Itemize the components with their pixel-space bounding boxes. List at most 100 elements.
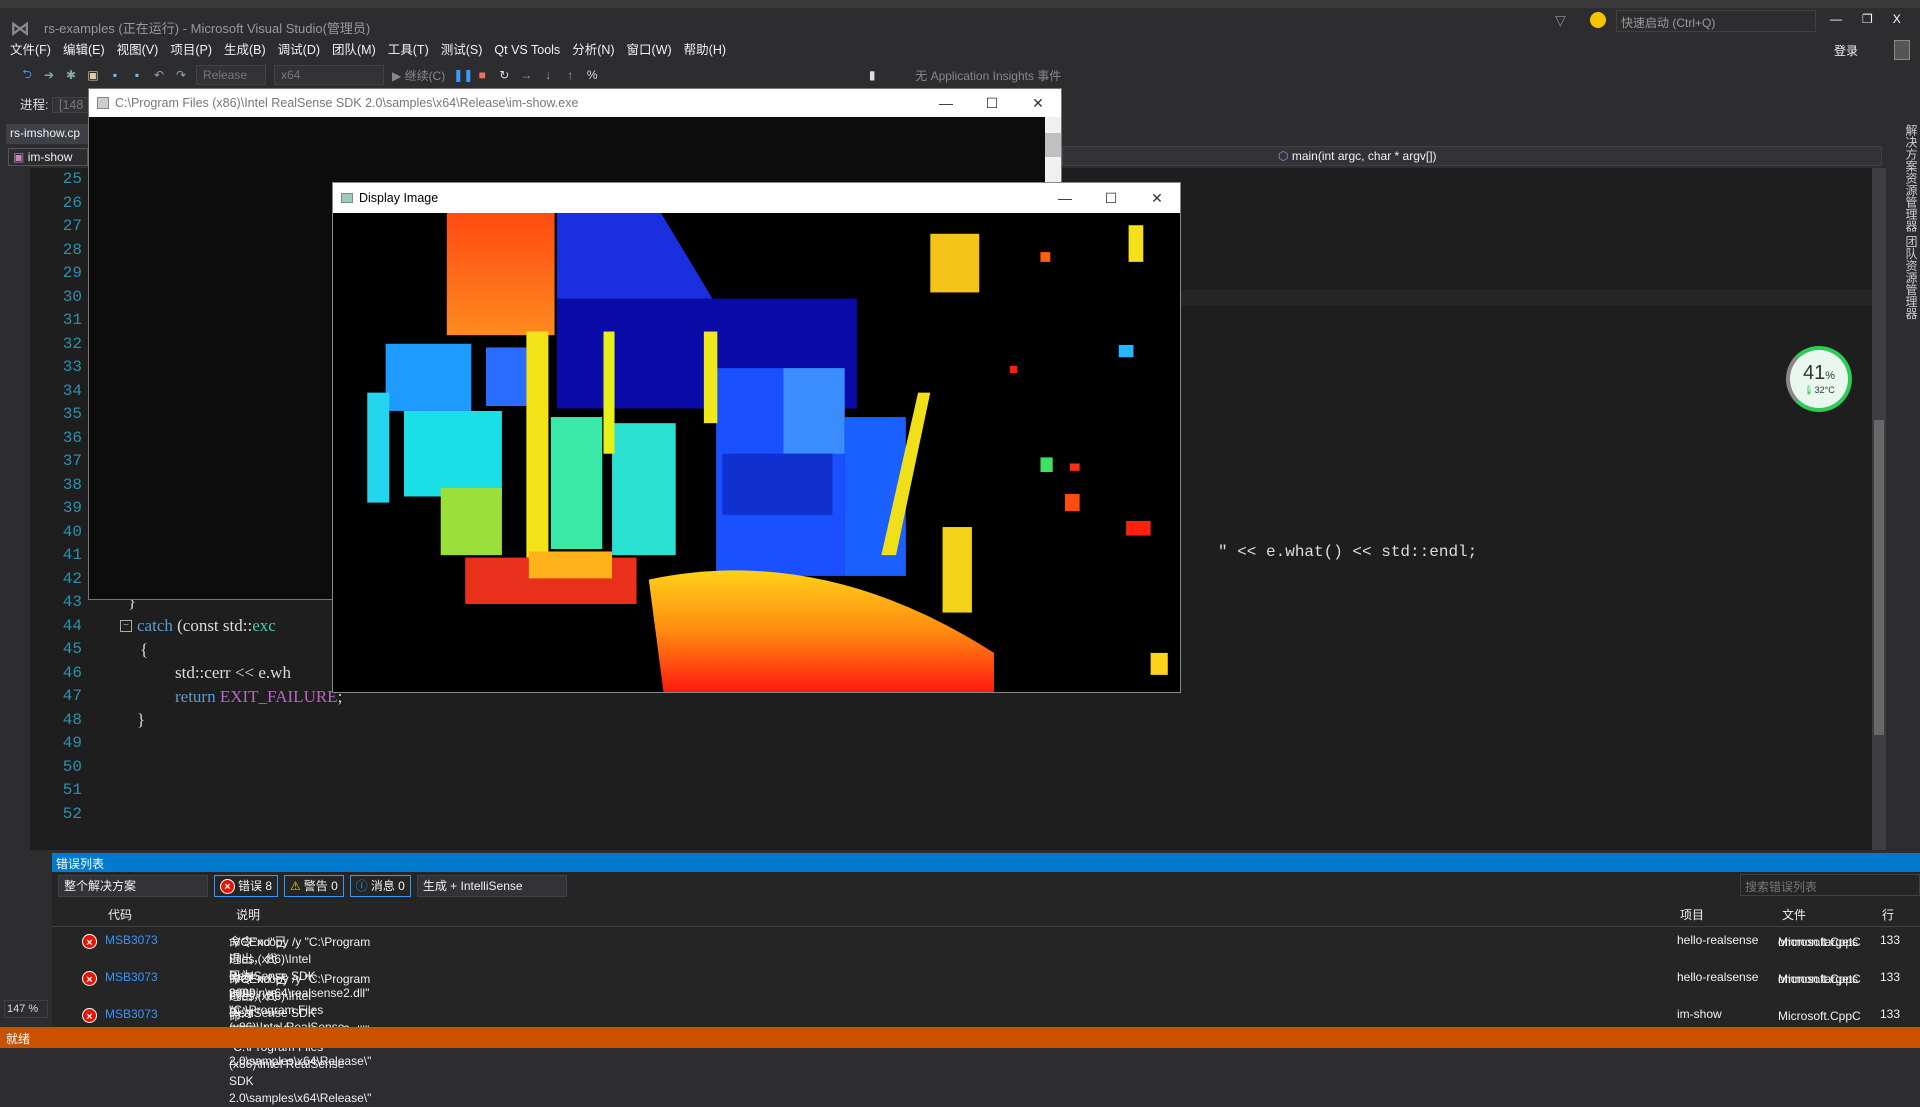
line-number: 45 [62,640,82,658]
process-label: 进程: [20,98,49,112]
step-into-icon[interactable]: ↓ [541,68,555,82]
error-code[interactable]: MSB3073 [105,969,158,986]
error-code[interactable]: MSB3073 [105,1006,158,1023]
step-out-icon[interactable]: ↑ [563,68,577,82]
image-maximize-button[interactable]: ☐ [1088,183,1134,213]
feedback-smiley-icon[interactable] [1590,12,1606,28]
account-icon[interactable] [1894,40,1910,60]
quick-launch-input[interactable]: 快速启动 (Ctrl+Q) [1616,10,1816,32]
column-description[interactable]: 说明 [236,906,260,923]
console-title: C:\Program Files (x86)\Intel RealSense S… [115,96,579,110]
depth-region [930,233,980,293]
column-code[interactable]: 代码 [108,906,132,923]
zoom-level[interactable]: 147 % [4,1000,48,1018]
scope-select[interactable]: 整个解决方案 [58,875,208,897]
line-number: 40 [62,522,82,541]
menu-team[interactable]: 团队(M) [330,40,386,60]
breakpoint-icon[interactable]: % [585,68,599,82]
restore-button[interactable]: ❐ [1862,12,1873,26]
function-navigation-bar[interactable]: ⬡ main(int argc, char * argv[]) [1062,146,1882,166]
depth-point [1009,365,1018,374]
application-insights[interactable]: 无 Application Insights 事件 [915,67,1061,84]
depth-region [367,392,390,503]
open-icon[interactable]: ▣ [86,68,100,82]
depth-point [1040,252,1051,262]
line-number: 44 [62,616,82,635]
save-all-icon[interactable]: ▪ [130,68,144,82]
project-dropdown[interactable]: ▣ im-show [8,148,88,166]
line-number: 41 [62,546,82,564]
image-close-button[interactable]: ✕ [1134,183,1180,213]
undo-icon[interactable]: ↶ [152,68,166,82]
display-image-title: Display Image [359,191,439,205]
menu-qt-vs-tools[interactable]: Qt VS Tools [492,40,570,60]
menu-analyze[interactable]: 分析(N) [570,40,624,60]
menu-view[interactable]: 视图(V) [115,40,169,60]
depth-point [1126,520,1151,536]
stop-icon[interactable]: ■ [475,68,489,82]
minimize-button[interactable]: — [1830,12,1842,26]
column-file[interactable]: 文件 [1782,906,1806,923]
menu-file[interactable]: 文件(F) [8,40,61,60]
login-link[interactable]: 登录 [1834,42,1858,59]
line-number: 47 [62,687,82,705]
error-row[interactable]: × MSB3073 命令"xcopy /y "C:\Program Files … [52,967,1920,1105]
status-text: 就绪 [6,1032,31,1046]
error-line: 133 [1880,970,1901,984]
error-search-input[interactable]: 搜索错误列表 [1740,874,1920,896]
line-number: 32 [62,334,82,353]
menu-project[interactable]: 项目(P) [168,40,222,60]
line-number: 33 [62,358,82,376]
error-list-toolbar: 整个解决方案 × 错误 8 ⚠ 警告 0 ⓘ 消息 0 生成 + IntelliSen… [52,872,1920,900]
process-select[interactable]: [148 [51,97,91,113]
messages-filter-button[interactable]: ⓘ 消息 0 [349,875,411,897]
percent-unit: % [1825,370,1836,382]
continue-button[interactable]: ▶ 继续(C) [392,67,445,84]
error-code[interactable]: MSB3073 [105,932,158,949]
function-icon: ⬡ [1278,149,1289,163]
build-filter-select[interactable]: 生成 + IntelliSense [416,875,567,897]
line-number: 25 [62,170,82,188]
console-minimize-button[interactable]: — [923,89,969,117]
depth-point [1069,463,1080,471]
menu-help[interactable]: 帮助(H) [682,40,736,60]
errors-filter-button[interactable]: × 错误 8 [214,875,279,897]
image-minimize-button[interactable]: — [1042,183,1088,213]
line-number: 29 [62,264,82,282]
close-button[interactable]: X [1893,12,1901,26]
restart-icon[interactable]: ↻ [497,68,511,82]
error-row[interactable]: × MSB3073 命令"xcopy /y "C:\Program Files … [52,930,1920,1068]
menu-window[interactable]: 窗口(W) [625,40,682,60]
new-project-icon[interactable]: ✱ [64,68,78,82]
current-line-highlight [1062,290,1872,306]
scrollbar-thumb[interactable] [1874,420,1884,735]
back-icon[interactable]: ⮌ [20,65,34,86]
filter-icon[interactable]: ▽ [1555,12,1566,29]
collapse-icon[interactable]: − [120,620,132,632]
pause-icon[interactable]: ❚❚ [453,68,473,82]
side-tabs[interactable]: 解决方案资源管理器 团队资源管理器 [1895,120,1920,850]
column-line[interactable]: 行 [1882,906,1894,923]
column-project[interactable]: 项目 [1680,906,1704,923]
menu-test[interactable]: 测试(S) [439,40,493,60]
menu-debug[interactable]: 调试(D) [276,40,330,60]
warnings-filter-button[interactable]: ⚠ 警告 0 [284,875,344,897]
display-image-window[interactable]: Display Image — ☐ ✕ [332,182,1181,693]
forward-icon[interactable]: ➔ [42,68,56,82]
console-maximize-button[interactable]: ☐ [969,89,1015,117]
menu-build[interactable]: 生成(B) [222,40,276,60]
line-number: 28 [62,240,82,259]
tab-rs-imshow[interactable]: rs-imshow.cp [6,124,90,144]
line-number: 51 [62,781,82,799]
redo-icon[interactable]: ↷ [174,68,188,82]
step-over-icon[interactable]: → [519,68,533,82]
menu-edit[interactable]: 编辑(E) [61,40,115,60]
configuration-select[interactable]: Release [196,65,266,85]
menu-tools[interactable]: 工具(T) [386,40,439,60]
platform-select[interactable]: x64 [274,65,384,85]
error-icon: × [82,971,97,986]
file-line: ommon.targets [1778,935,1859,949]
console-close-button[interactable]: ✕ [1015,89,1061,117]
save-icon[interactable]: ▪ [108,68,122,82]
bookmark-icon[interactable]: ▮ [865,68,879,82]
